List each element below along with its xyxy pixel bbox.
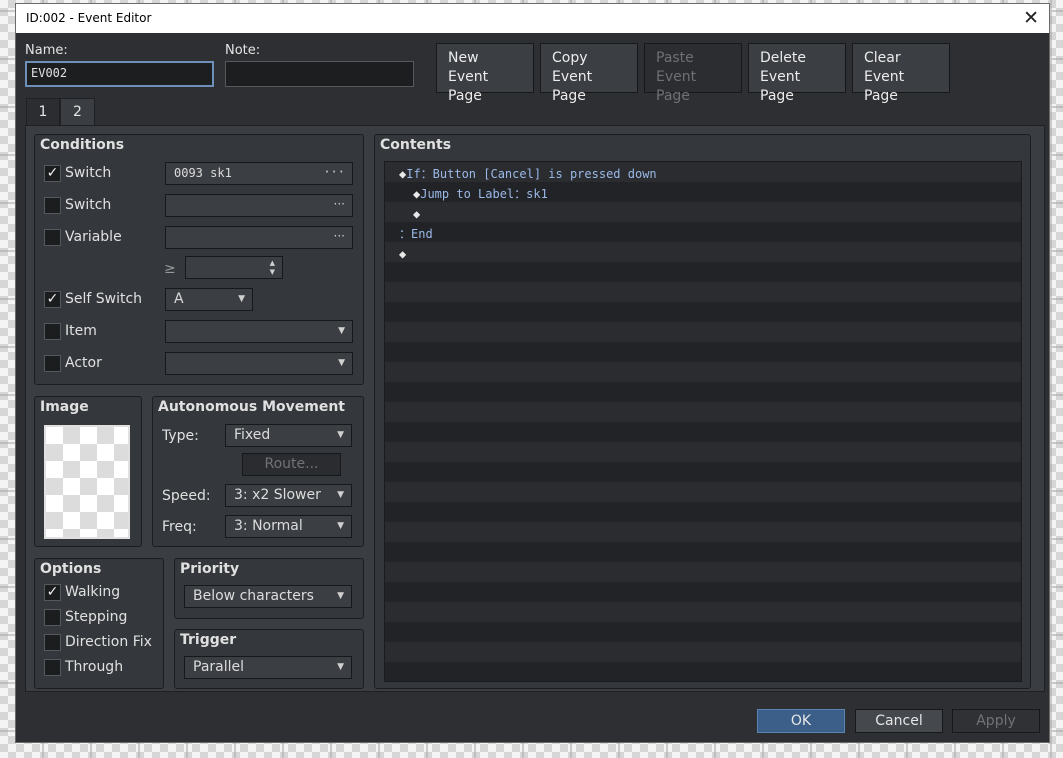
variable-checkbox[interactable]: [44, 229, 61, 246]
trigger-title: Trigger: [180, 632, 237, 648]
new-event-page-button[interactable]: New Event Page: [436, 43, 534, 104]
clear-event-page-button[interactable]: Clear Event Page: [852, 43, 950, 104]
freq-label: Freq:: [162, 519, 197, 535]
spinner-arrows-icon: ▲ ▼: [269, 259, 275, 276]
autonomous-movement-group: Autonomous Movement Type: Fixed ▼ Route..…: [152, 396, 364, 547]
through-checkbox[interactable]: [44, 659, 61, 676]
copy-event-page-button[interactable]: Copy Event Page: [540, 43, 638, 104]
name-input[interactable]: EV002: [25, 61, 214, 87]
command-line[interactable]: ◆If：Button [Cancel] is pressed down: [399, 164, 657, 184]
ellipsis-icon: ···: [323, 165, 345, 179]
item-dropdown[interactable]: ▼: [165, 320, 353, 343]
chevron-down-icon: ▼: [337, 662, 344, 672]
command-line[interactable]: ：End: [399, 224, 433, 244]
image-group: Image: [34, 396, 142, 547]
trigger-group: Trigger Parallel ▼: [174, 629, 364, 689]
note-input[interactable]: [225, 61, 414, 87]
ellipsis-icon: ···: [333, 229, 345, 243]
note-label: Note:: [225, 43, 261, 58]
chevron-down-icon: ▼: [238, 294, 245, 304]
actor-label: Actor: [65, 355, 102, 371]
title-bar: ID:002 - Event Editor ✕: [16, 4, 1049, 33]
window-title: ID:002 - Event Editor: [26, 11, 152, 25]
item-label: Item: [65, 323, 97, 339]
name-label: Name:: [25, 43, 68, 58]
walking-label: Walking: [65, 584, 121, 600]
command-line[interactable]: ◆Jump to Label：sk1: [413, 184, 548, 204]
direction-fix-label: Direction Fix: [65, 634, 152, 650]
switch1-label: Switch: [65, 165, 112, 181]
movement-freq-dropdown[interactable]: 3: Normal ▼: [225, 515, 352, 538]
movement-type-dropdown[interactable]: Fixed ▼: [225, 424, 352, 447]
command-line[interactable]: ◆: [413, 204, 420, 224]
delete-event-page-button[interactable]: Delete Event Page: [748, 43, 846, 104]
actor-dropdown[interactable]: ▼: [165, 352, 353, 375]
route-button[interactable]: Route...: [242, 453, 341, 476]
trigger-dropdown[interactable]: Parallel ▼: [184, 656, 352, 679]
variable-operator: ≥: [164, 261, 176, 277]
chevron-down-icon: ▼: [337, 521, 344, 531]
movement-speed-dropdown[interactable]: 3: x2 Slower ▼: [225, 484, 352, 507]
cancel-button[interactable]: Cancel: [855, 709, 943, 733]
tab-page-2[interactable]: 2: [60, 98, 95, 125]
switch1-selector[interactable]: 0093 sk1 ···: [165, 162, 353, 185]
self-switch-label: Self Switch: [65, 291, 143, 307]
variable-value-spinner[interactable]: ▲ ▼: [185, 256, 283, 279]
priority-group: Priority Below characters ▼: [174, 558, 364, 619]
stepping-checkbox[interactable]: [44, 609, 61, 626]
image-title: Image: [40, 399, 89, 415]
options-group: Options ✓ Walking Stepping Direction Fix…: [34, 558, 164, 689]
diamond-icon: ◆: [413, 207, 421, 221]
self-switch-checkbox[interactable]: ✓: [44, 291, 61, 308]
switch1-checkbox[interactable]: ✓: [44, 165, 61, 182]
through-label: Through: [65, 659, 124, 675]
variable-label: Variable: [65, 229, 122, 245]
chevron-down-icon: ▼: [338, 326, 345, 336]
command-line[interactable]: ◆: [399, 244, 406, 264]
event-image-preview[interactable]: [44, 425, 130, 539]
movement-title: Autonomous Movement: [158, 399, 345, 415]
event-command-list[interactable]: ◆If：Button [Cancel] is pressed down ◆Jum…: [384, 161, 1022, 682]
conditions-group: Conditions ✓ Switch 0093 sk1 ··· Switch ·…: [34, 134, 364, 385]
speed-label: Speed:: [162, 488, 211, 504]
switch2-label: Switch: [65, 197, 112, 213]
contents-title: Contents: [380, 137, 452, 153]
priority-title: Priority: [180, 561, 240, 577]
diamond-icon: ◆: [399, 247, 407, 261]
item-checkbox[interactable]: [44, 323, 61, 340]
chevron-down-icon: ▼: [337, 490, 344, 500]
self-switch-dropdown[interactable]: A ▼: [165, 288, 253, 311]
switch2-checkbox[interactable]: [44, 197, 61, 214]
switch2-selector[interactable]: ···: [165, 194, 353, 217]
event-page-panel: Conditions ✓ Switch 0093 sk1 ··· Switch ·…: [25, 125, 1045, 692]
apply-button[interactable]: Apply: [952, 709, 1040, 733]
ok-button[interactable]: OK: [757, 709, 845, 733]
contents-group: Contents ◆If：Button [Cancel] is pressed …: [374, 134, 1031, 689]
walking-checkbox[interactable]: ✓: [44, 584, 61, 601]
actor-checkbox[interactable]: [44, 355, 61, 372]
event-editor-window: ID:002 - Event Editor ✕ Name: EV002 Note…: [15, 3, 1050, 743]
chevron-down-icon: ▼: [337, 591, 344, 601]
conditions-title: Conditions: [40, 137, 125, 153]
variable-selector[interactable]: ···: [165, 226, 353, 249]
chevron-down-icon: ▼: [337, 430, 344, 440]
direction-fix-checkbox[interactable]: [44, 634, 61, 651]
priority-dropdown[interactable]: Below characters ▼: [184, 585, 352, 608]
type-label: Type:: [162, 428, 199, 444]
stepping-label: Stepping: [65, 609, 128, 625]
paste-event-page-button[interactable]: Paste Event Page: [644, 43, 742, 104]
ellipsis-icon: ···: [333, 197, 345, 211]
close-icon[interactable]: ✕: [1023, 7, 1039, 29]
tab-page-1[interactable]: 1: [26, 98, 60, 125]
chevron-down-icon: ▼: [338, 358, 345, 368]
options-title: Options: [40, 561, 102, 577]
